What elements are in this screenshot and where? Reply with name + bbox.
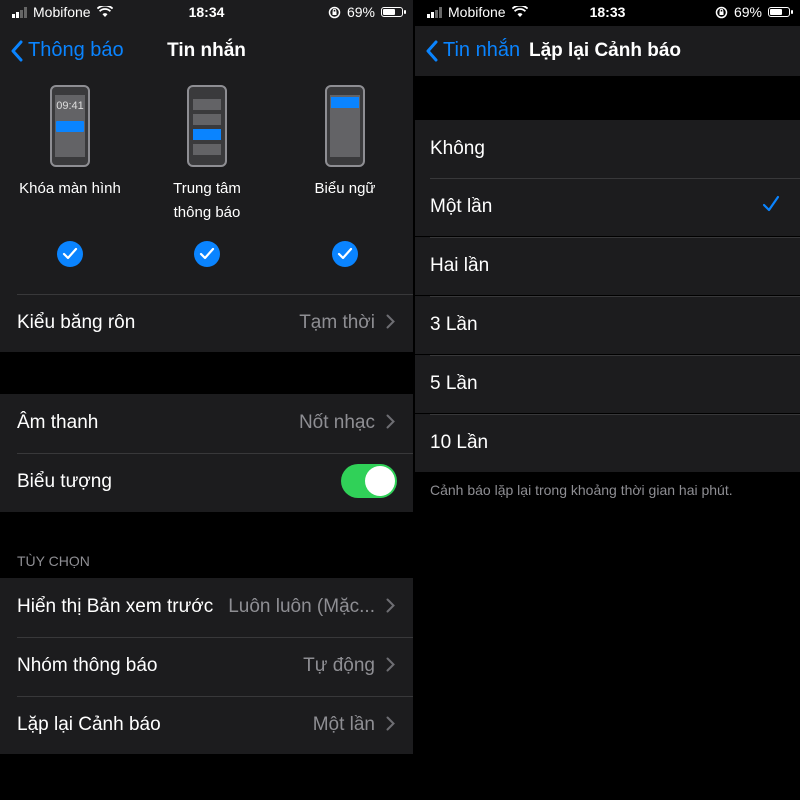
page-title: Tin nhắn [167,40,246,61]
divider [430,296,800,297]
repeat-option-10-times[interactable]: 10 Lần [415,414,800,472]
alert-styles: 09:41 Khóa màn hình Trung tâm thông báo [0,77,413,293]
banner-style-row[interactable]: Kiểu băng rôn Tạm thời [0,294,413,352]
notification-grouping-label: Nhóm thông báo [17,655,158,676]
badges-label: Biểu tượng [17,471,112,492]
battery-percent: 69% [346,4,375,20]
sounds-label: Âm thanh [17,412,99,433]
status-bar: Mobifone 18:34 69% [0,0,413,26]
repeat-alerts-screen: Mobifone 18:33 69% Tin nhắn Lặp lại Cảnh… [415,0,800,800]
show-previews-row[interactable]: Hiển thị Bản xem trước Luôn luôn (Mặc... [0,578,413,636]
banners-checkmark[interactable] [332,241,358,267]
repeat-option-none[interactable]: Không [415,120,800,178]
divider [17,294,413,295]
chevron-right-icon [386,598,395,613]
nav-bar: Thông báo Tin nhắn [0,26,413,76]
section-gap [0,352,413,394]
badges-toggle[interactable] [341,464,397,498]
alert-label-banners: Biểu ngữ [314,180,376,197]
alert-notification-center[interactable]: Trung tâm thông báo [147,85,267,225]
divider [17,696,413,697]
chevron-left-icon [426,40,438,61]
battery-icon [381,7,406,17]
divider [430,355,800,356]
chevron-right-icon [386,314,395,329]
lock-screen-time: 09:41 [56,100,84,112]
checkmark-icon [62,247,78,260]
chevron-right-icon [386,657,395,672]
alert-lock-screen[interactable]: 09:41 Khóa màn hình [10,85,130,201]
repeat-option-twice[interactable]: Hai lần [415,237,800,295]
divider [17,637,413,638]
repeat-option-3-times[interactable]: 3 Lần [415,296,800,354]
option-label: 3 Lần [430,314,478,335]
rotation-lock-icon [715,6,728,18]
lock-screen-phone-icon: 09:41 [50,85,90,167]
checkmark-icon [199,247,215,260]
banners-phone-icon [325,85,365,167]
battery-percent: 69% [733,4,762,20]
show-previews-label: Hiển thị Bản xem trước [17,596,214,617]
chevron-right-icon [386,716,395,731]
option-label: 10 Lần [430,432,489,453]
checkmark-icon [337,247,353,260]
nav-bar: Tin nhắn Lặp lại Cảnh báo [415,26,800,76]
messages-notification-screen: Mobifone 18:34 69% Thông báo Tin nhắn 09… [0,0,413,800]
divider [430,237,800,238]
sounds-row[interactable]: Âm thanh Nốt nhạc [0,394,413,452]
divider [17,453,413,454]
alert-label-lock-screen: Khóa màn hình [19,180,121,197]
notification-center-phone-icon [187,85,227,167]
battery-icon [768,7,793,17]
banner-style-label: Kiểu băng rôn [17,312,136,333]
section-gap: TÙY CHỌN [0,512,413,578]
footnote-text: Cảnh báo lặp lại trong khoảng thời gian … [430,482,733,498]
back-label: Tin nhắn [443,39,521,61]
notification-grouping-value: Tự động [303,655,375,676]
badges-row: Biểu tượng [0,453,413,511]
notification-center-checkmark[interactable] [194,241,220,267]
banner-style-value: Tạm thời [299,312,375,333]
option-label: Không [430,138,485,159]
options-section-header: TÙY CHỌN [17,553,90,569]
back-button[interactable]: Tin nhắn [425,39,520,62]
checkmark-icon [762,195,780,212]
repeat-alerts-label: Lặp lại Cảnh báo [17,714,161,735]
alert-label-notification-center: Trung tâm thông báo [173,180,241,221]
repeat-alerts-row[interactable]: Lặp lại Cảnh báo Một lần [0,696,413,754]
lock-screen-checkmark[interactable] [57,241,83,267]
page-title: Lặp lại Cảnh báo [528,40,682,61]
alert-banners[interactable]: Biểu ngữ [285,85,405,201]
show-previews-value: Luôn luôn (Mặc... [228,596,375,617]
notification-grouping-row[interactable]: Nhóm thông báo Tự động [0,637,413,695]
bottom-gap [0,754,413,800]
option-label: 5 Lần [430,373,478,394]
sounds-value: Nốt nhạc [298,412,375,433]
repeat-option-once[interactable]: Một lần [415,178,800,236]
option-label: Một lần [430,196,493,217]
repeat-option-5-times[interactable]: 5 Lần [415,355,800,413]
rotation-lock-icon [328,6,341,18]
status-bar: Mobifone 18:33 69% [415,0,800,26]
divider [430,414,800,415]
divider [430,178,800,179]
toggle-knob [365,466,395,496]
chevron-right-icon [386,414,395,429]
option-label: Hai lần [430,255,490,276]
repeat-alerts-value: Một lần [312,714,375,735]
